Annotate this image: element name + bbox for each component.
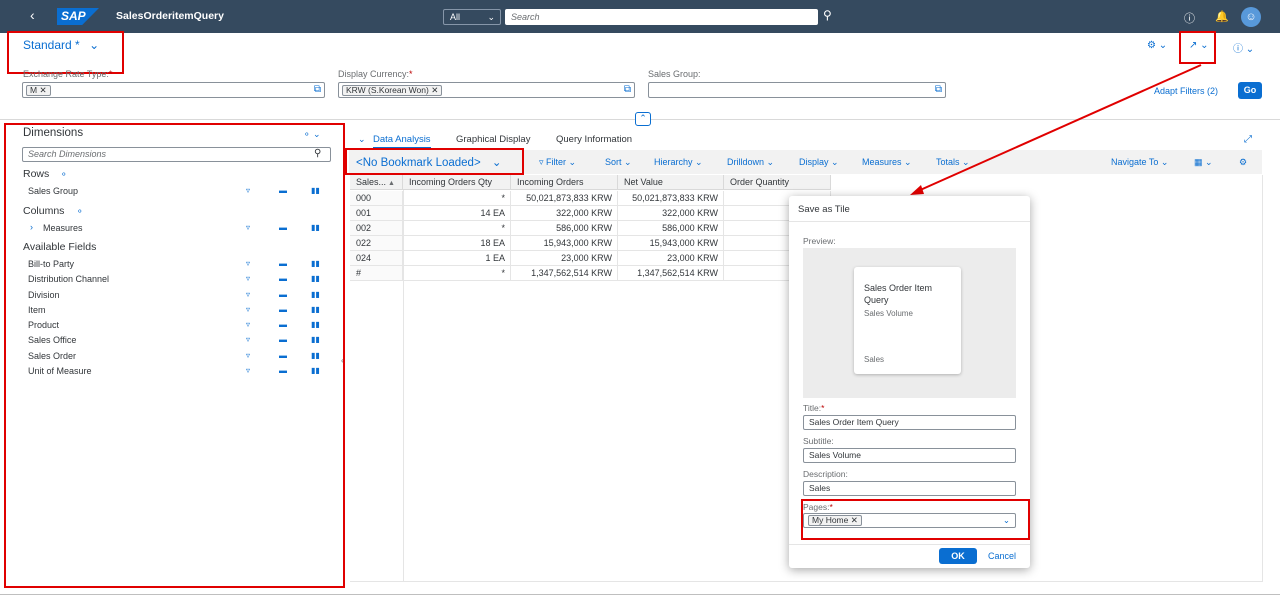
- cancel-button[interactable]: Cancel: [988, 551, 1016, 561]
- chevron-down-icon[interactable]: ⌄: [1003, 514, 1010, 527]
- page-bottom-border: [0, 594, 1280, 595]
- tile-subtitle: Sales Volume: [864, 309, 913, 318]
- tile-subtitle-input[interactable]: Sales Volume: [803, 448, 1016, 463]
- description-label: Description:: [803, 469, 848, 479]
- label-text: Title:: [803, 403, 822, 413]
- title-label: Title:*: [803, 403, 825, 413]
- pages-multi-combobox[interactable]: My Home ✕ ⌄: [803, 513, 1016, 528]
- label-text: Pages:: [803, 502, 830, 512]
- tile-title: Sales Order Item Query: [864, 283, 933, 305]
- dialog-title: Save as Tile: [798, 204, 850, 215]
- subtitle-label: Subtitle:: [803, 436, 834, 446]
- tile-title-input[interactable]: Sales Order Item Query: [803, 415, 1016, 430]
- tile-footer: Sales: [864, 355, 885, 364]
- ok-button[interactable]: OK: [939, 548, 977, 564]
- page-token[interactable]: My Home ✕: [808, 515, 862, 526]
- pages-label: Pages:*: [803, 502, 833, 512]
- preview-label: Preview:: [803, 236, 836, 246]
- dialog-footer-separator: [789, 544, 1030, 545]
- tile-description-input[interactable]: Sales: [803, 481, 1016, 496]
- dialog-header-separator: [789, 221, 1030, 222]
- token-text: My Home: [812, 515, 849, 525]
- annotation-arrow: [910, 64, 1202, 195]
